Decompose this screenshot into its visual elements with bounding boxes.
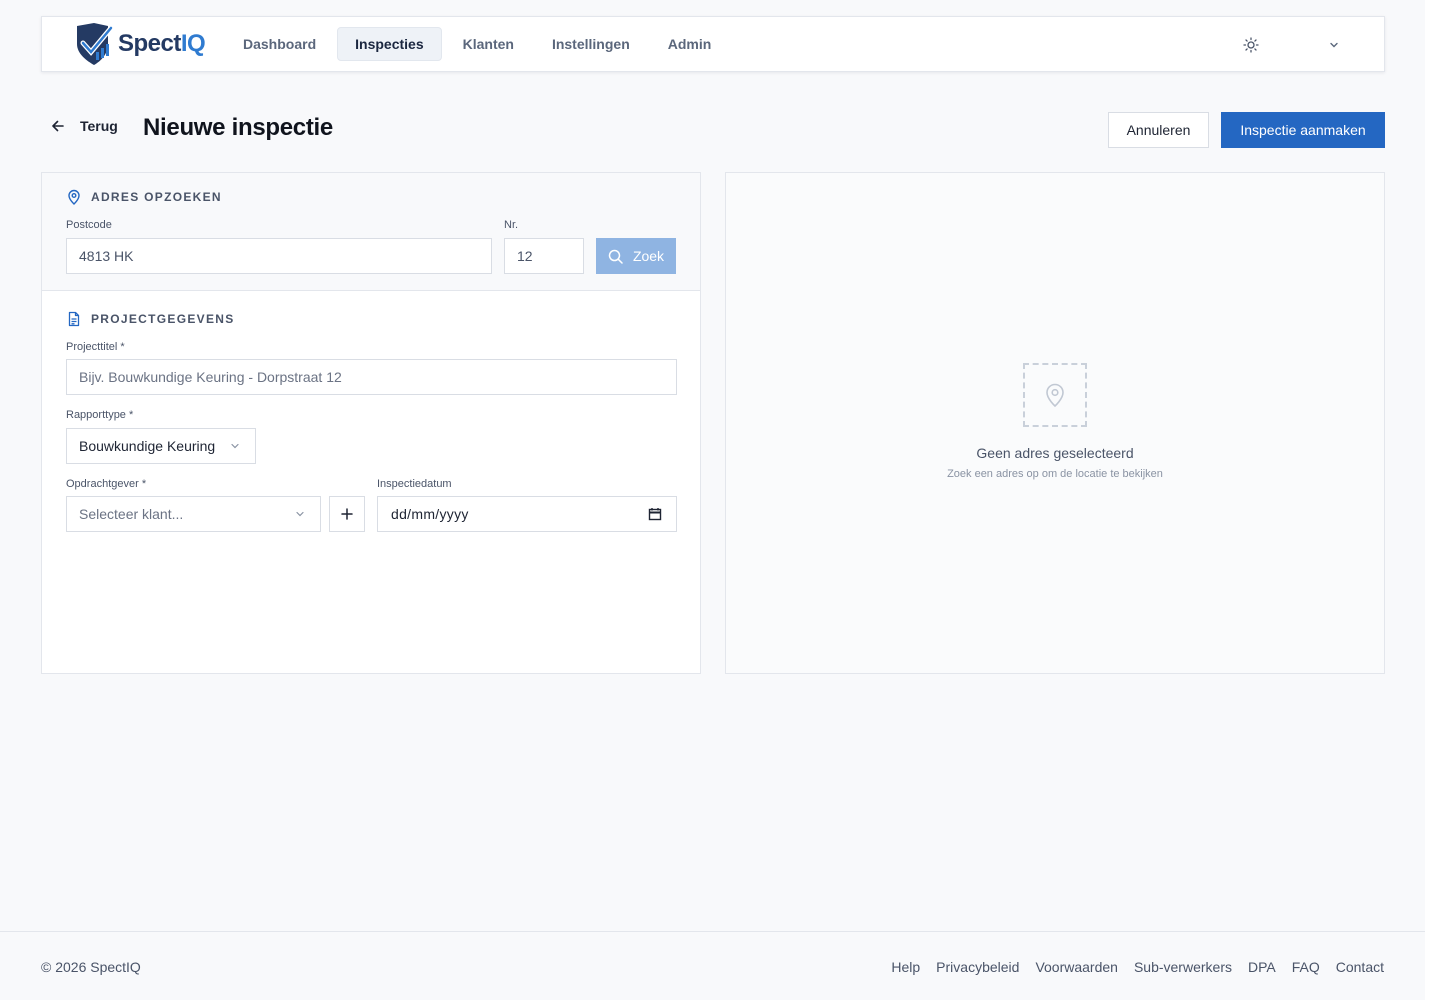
add-client-button[interactable] [329,496,365,532]
document-icon [68,311,80,327]
nav-item-klanten[interactable]: Klanten [446,27,531,61]
back-label: Terug [80,118,118,134]
inspection-form-card: ADRES OPZOEKEN Postcode 4813 HK Nr. 12 Z… [41,172,701,674]
client-select[interactable]: Selecteer klant... [66,496,321,532]
map-empty-subtitle: Zoek een adres op om de locatie te bekij… [947,468,1163,480]
search-icon [608,249,623,264]
calendar-icon[interactable] [648,507,662,521]
footer: © 2026 SpectIQ Help Privacybeleid Voorwa… [0,931,1425,1000]
arrow-left-icon [52,120,64,132]
map-placeholder-frame [1023,363,1087,427]
map-pin-icon [1046,383,1064,408]
search-address-button[interactable]: Zoek [596,238,676,274]
inspection-date-label: Inspectiedatum [377,478,452,490]
nav-item-instellingen[interactable]: Instellingen [535,27,647,61]
inspection-date-input[interactable]: dd/mm/yyyy [377,496,677,532]
map-empty-title: Geen adres geselecteerd [976,445,1134,461]
project-title-input[interactable]: Bijv. Bouwkundige Keuring - Dorpstraat 1… [66,359,677,395]
project-title: PROJECTGEGEVENS [91,312,235,326]
footer-link-privacy[interactable]: Privacybeleid [936,959,1019,975]
report-type-label: Rapporttype * [66,409,134,421]
house-number-input[interactable]: 12 [504,238,584,274]
cancel-button[interactable]: Annuleren [1108,112,1209,148]
address-search-section: ADRES OPZOEKEN Postcode 4813 HK Nr. 12 Z… [42,173,700,291]
search-button-label: Zoek [632,248,665,264]
report-type-select[interactable]: Bouwkundige Keuring [66,428,256,464]
footer-links: Help Privacybeleid Voorwaarden Sub-verwe… [875,959,1384,975]
logo-shield-icon [77,23,114,65]
sun-icon [1243,37,1259,53]
client-placeholder: Selecteer klant... [79,506,184,522]
postcode-label: Postcode [66,219,112,231]
report-type-value: Bouwkundige Keuring [79,438,216,454]
nav-item-inspecties[interactable]: Inspecties [337,27,442,61]
address-search-heading: ADRES OPZOEKEN [66,189,222,205]
main-nav: Dashboard Inspecties Klanten Instellinge… [226,27,732,61]
footer-link-help[interactable]: Help [891,959,920,975]
brand-logo[interactable]: SpectIQ [74,22,206,66]
brand-name: SpectIQ [118,30,206,58]
house-number-label: Nr. [504,219,519,231]
top-navbar: SpectIQ Dashboard Inspecties Klanten Ins… [41,16,1385,72]
footer-link-subprocessors[interactable]: Sub-verwerkers [1134,959,1232,975]
chevron-down-icon [296,511,304,517]
back-button[interactable]: Terug [50,118,118,134]
footer-link-contact[interactable]: Contact [1336,959,1384,975]
brand-name-part2: IQ [180,30,206,57]
footer-link-terms[interactable]: Voorwaarden [1035,959,1118,975]
map-panel: Geen adres geselecteerd Zoek een adres o… [725,172,1385,674]
project-heading: PROJECTGEGEVENS [66,311,235,327]
project-title-label: Projecttitel * [66,341,125,353]
nav-item-admin[interactable]: Admin [651,27,729,61]
nav-item-dashboard[interactable]: Dashboard [226,27,333,61]
page-scrollbar[interactable] [1425,0,1440,1000]
user-menu-button[interactable] [1324,35,1344,55]
copyright-text: © 2026 SpectIQ [41,959,141,975]
page-title: Nieuwe inspectie [143,114,333,141]
footer-link-faq[interactable]: FAQ [1292,959,1320,975]
chevron-down-icon [231,443,239,449]
postcode-input[interactable]: 4813 HK [66,238,492,274]
client-label: Opdrachtgever * [66,478,147,490]
create-inspection-button[interactable]: Inspectie aanmaken [1221,112,1385,148]
address-search-title: ADRES OPZOEKEN [91,190,222,204]
theme-toggle-button[interactable] [1240,34,1262,56]
inspection-date-value: dd/mm/yyyy [391,506,469,522]
map-pin-icon [68,189,80,205]
footer-link-dpa[interactable]: DPA [1248,959,1276,975]
chevron-down-icon [1330,42,1338,48]
brand-name-part1: Spect [118,30,181,57]
plus-icon [341,508,353,520]
